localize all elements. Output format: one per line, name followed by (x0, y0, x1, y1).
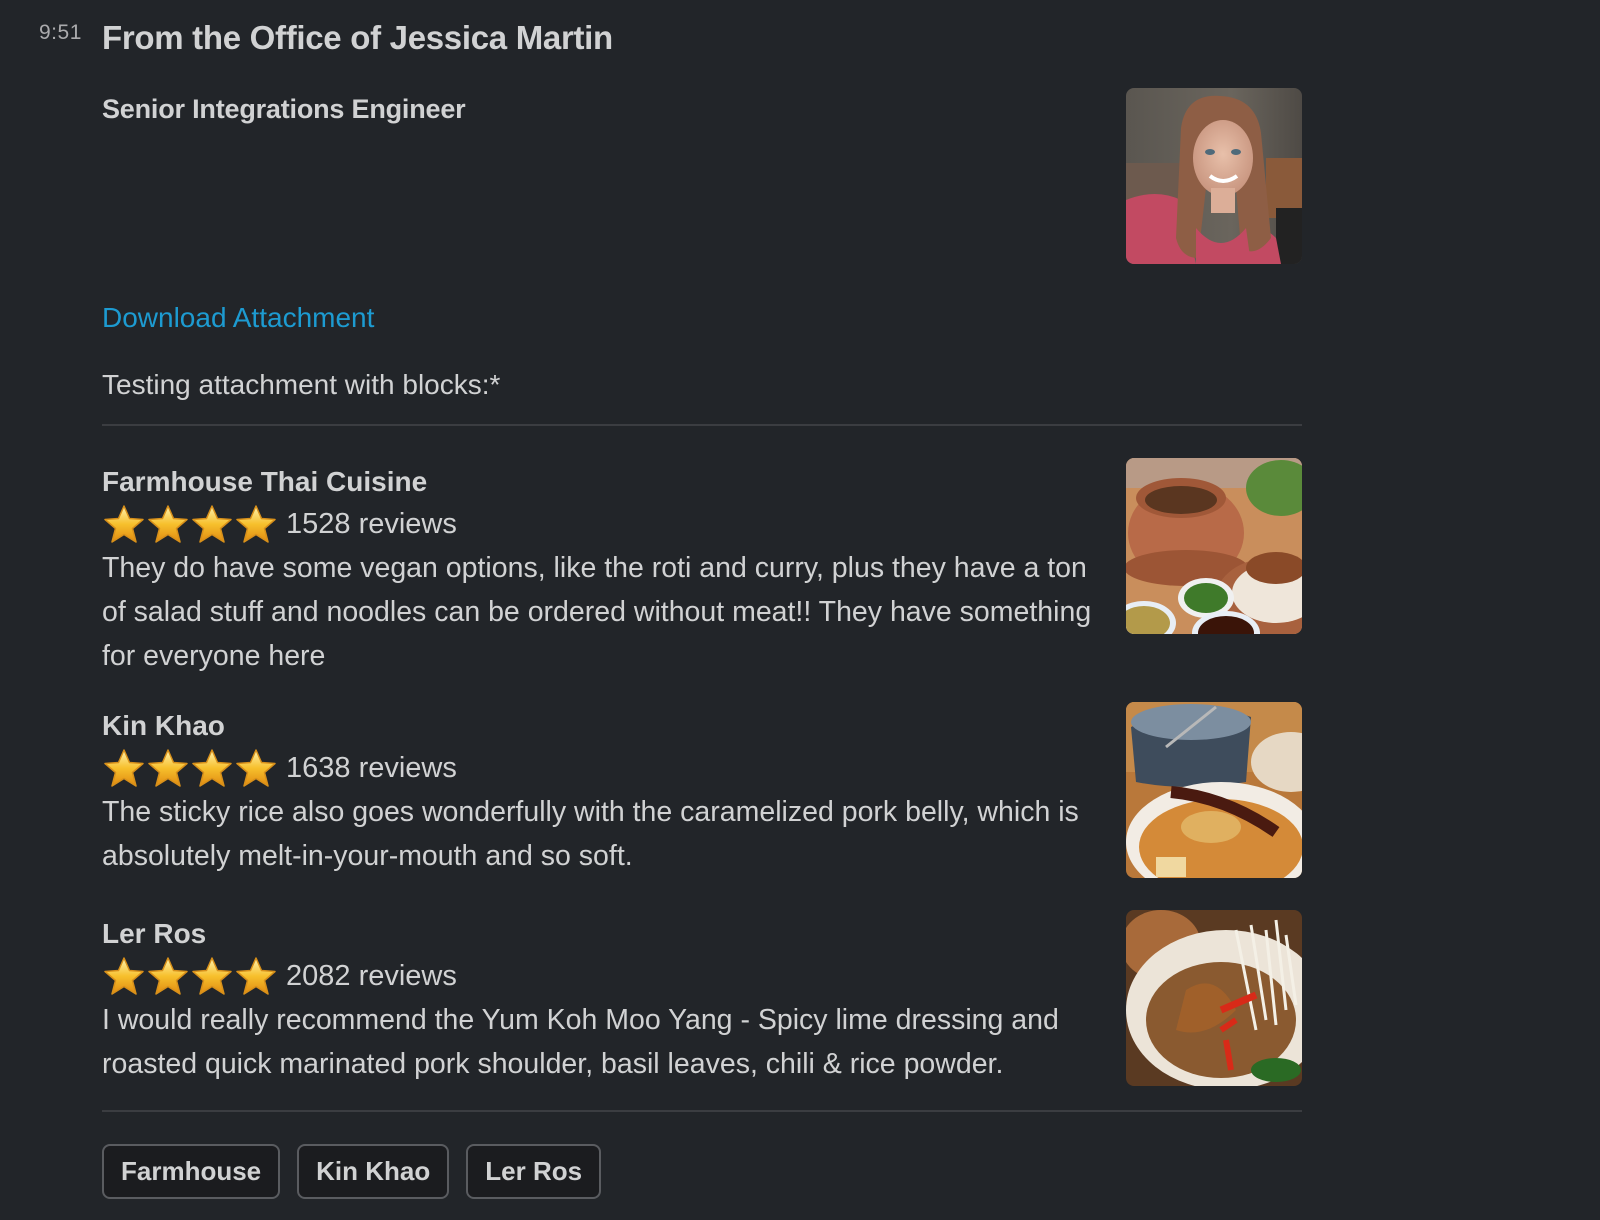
rating-row: 1528 reviews (102, 502, 1102, 546)
restaurant-photo[interactable] (1126, 702, 1302, 878)
star-icon (234, 956, 278, 996)
profile-photo-image (1126, 88, 1302, 264)
review-text: I would really recommend the Yum Koh Moo… (102, 1004, 1059, 1080)
restaurant-section: Farmhouse Thai Cuisine 1528 reviews They… (102, 462, 1102, 678)
profile-photo[interactable] (1126, 88, 1302, 264)
restaurant-photo[interactable] (1126, 910, 1302, 1086)
restaurant-name: Ler Ros (102, 918, 207, 949)
star-icon (146, 956, 190, 996)
rating-row: 2082 reviews (102, 954, 1102, 998)
restaurant-name: Farmhouse Thai Cuisine (102, 466, 428, 497)
star-icon (234, 748, 278, 788)
star-icon (102, 748, 146, 788)
star-rating (102, 748, 278, 788)
star-rating (102, 504, 278, 544)
action-buttons: Farmhouse Kin Khao Ler Ros (102, 1144, 618, 1199)
star-rating (102, 956, 278, 996)
star-icon (234, 504, 278, 544)
message-title: From the Office of Jessica Martin (102, 19, 613, 56)
divider-top (102, 424, 1302, 426)
rating-row: 1638 reviews (102, 746, 1102, 790)
review-text: They do have some vegan options, like th… (102, 552, 1092, 672)
message-subtitle: Senior Integrations Engineer (102, 94, 466, 124)
star-icon (102, 956, 146, 996)
star-icon (190, 748, 234, 788)
star-icon (146, 748, 190, 788)
review-text: The sticky rice also goes wonderfully wi… (102, 796, 1079, 872)
ler-ros-button[interactable]: Ler Ros (466, 1144, 602, 1199)
restaurant-photo[interactable] (1126, 458, 1302, 634)
download-attachment-link[interactable]: Download Attachment (102, 302, 374, 334)
farmhouse-button[interactable]: Farmhouse (102, 1144, 281, 1199)
kin-khao-button[interactable]: Kin Khao (297, 1144, 450, 1199)
review-count: 1528 reviews (286, 507, 457, 540)
restaurant-photo-image (1126, 702, 1302, 878)
star-icon (146, 504, 190, 544)
star-icon (190, 956, 234, 996)
divider-bottom (102, 1110, 1302, 1112)
review-count: 1638 reviews (286, 751, 457, 784)
review-count: 2082 reviews (286, 959, 457, 992)
star-icon (102, 504, 146, 544)
restaurant-section: Ler Ros 2082 reviews I would really reco… (102, 914, 1102, 1086)
restaurant-section: Kin Khao 1638 reviews The sticky rice al… (102, 706, 1102, 878)
restaurant-name: Kin Khao (102, 710, 225, 741)
restaurant-photo-image (1126, 458, 1302, 634)
restaurant-photo-image (1126, 910, 1302, 1086)
message-timestamp[interactable]: 9:51 (39, 21, 82, 45)
star-icon (190, 504, 234, 544)
intro-text: Testing attachment with blocks:* (102, 369, 501, 400)
